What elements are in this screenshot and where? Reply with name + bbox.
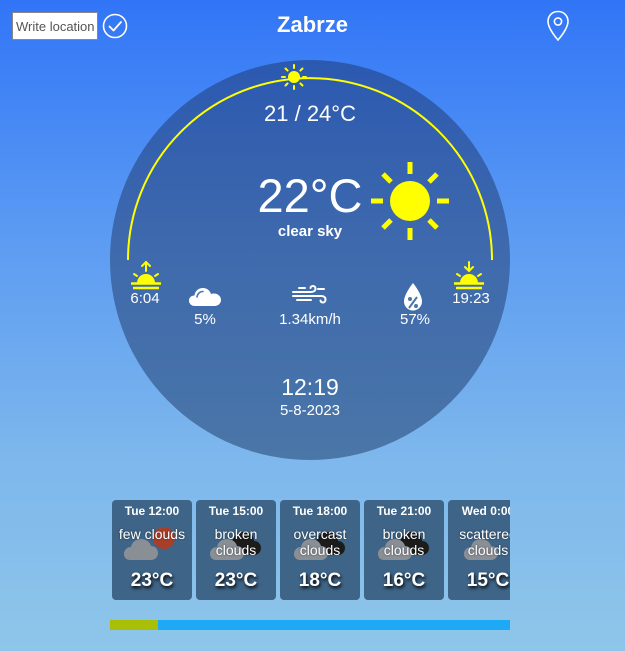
map-pin-icon[interactable] bbox=[546, 10, 570, 42]
temperature-range: 21 / 24°C bbox=[264, 101, 356, 126]
forecast-description-line: broken bbox=[382, 526, 426, 542]
forecast-card[interactable]: Tue 21:00 broken clouds 16°C bbox=[364, 500, 444, 600]
weather-description: clear sky bbox=[277, 223, 343, 240]
wind-speed: 1.34km/h bbox=[279, 311, 341, 328]
wind-icon bbox=[292, 285, 327, 304]
city-name: Zabrze bbox=[277, 12, 348, 37]
forecast-description: broken clouds bbox=[196, 526, 276, 558]
forecast-description: overcast clouds bbox=[280, 526, 360, 558]
forecast-description-line: broken bbox=[214, 526, 258, 542]
clear-sky-sun-icon bbox=[371, 162, 449, 240]
forecast-scrollbar[interactable] bbox=[110, 620, 510, 630]
sunset-time: 19:23 bbox=[452, 290, 490, 307]
forecast-description-line: clouds bbox=[299, 542, 341, 558]
cloudiness-value: 5% bbox=[194, 311, 216, 328]
forecast-description-line: clouds bbox=[215, 542, 257, 558]
sunrise-icon bbox=[131, 260, 161, 290]
forecast-strip[interactable]: Tue 12:00 few clouds 23°C Tue 15:00 broken cl… bbox=[110, 500, 510, 600]
sunrise-time: 6:04 bbox=[130, 290, 160, 307]
forecast-card[interactable]: Tue 15:00 broken clouds 23°C bbox=[196, 500, 276, 600]
forecast-temperature: 18°C bbox=[298, 570, 342, 591]
forecast-time: Tue 18:00 bbox=[292, 504, 348, 518]
forecast-description-line: clouds bbox=[383, 542, 425, 558]
forecast-temperature: 16°C bbox=[382, 570, 426, 591]
forecast-description: scatteredclouds bbox=[448, 526, 510, 558]
forecast-temperature: 15°C bbox=[466, 570, 510, 591]
forecast-description-line: few clouds bbox=[118, 526, 186, 542]
current-temperature: 22°C bbox=[257, 169, 363, 222]
cloudiness-icon bbox=[189, 288, 221, 306]
forecast-card[interactable]: Tue 18:00 overcast clouds 18°C bbox=[280, 500, 360, 600]
forecast-description: few clouds bbox=[112, 526, 192, 542]
current-date: 5-8-2023 bbox=[279, 402, 341, 419]
forecast-card[interactable]: Tue 12:00 few clouds 23°C bbox=[112, 500, 192, 600]
forecast-time: Wed 0:00 bbox=[461, 504, 510, 518]
sun-position-icon bbox=[281, 64, 307, 90]
forecast-time: Tue 21:00 bbox=[376, 504, 432, 518]
forecast-temperature: 23°C bbox=[214, 570, 258, 591]
forecast-description-line: clouds bbox=[467, 542, 509, 558]
forecast-card[interactable]: Wed 0:00 scatteredclouds 15°C bbox=[448, 500, 510, 600]
forecast-time: Tue 12:00 bbox=[124, 504, 180, 518]
forecast-description-line: scattered bbox=[459, 526, 510, 542]
forecast-description-line: overcast bbox=[293, 526, 347, 542]
humidity-icon bbox=[404, 283, 422, 311]
forecast-temperature: 23°C bbox=[130, 570, 174, 591]
scrollbar-thumb[interactable] bbox=[110, 620, 158, 630]
current-time: 12:19 bbox=[281, 374, 339, 400]
forecast-description: broken clouds bbox=[364, 526, 444, 558]
humidity-value: 57% bbox=[399, 311, 431, 328]
sunset-icon bbox=[454, 261, 484, 290]
forecast-time: Tue 15:00 bbox=[208, 504, 264, 518]
